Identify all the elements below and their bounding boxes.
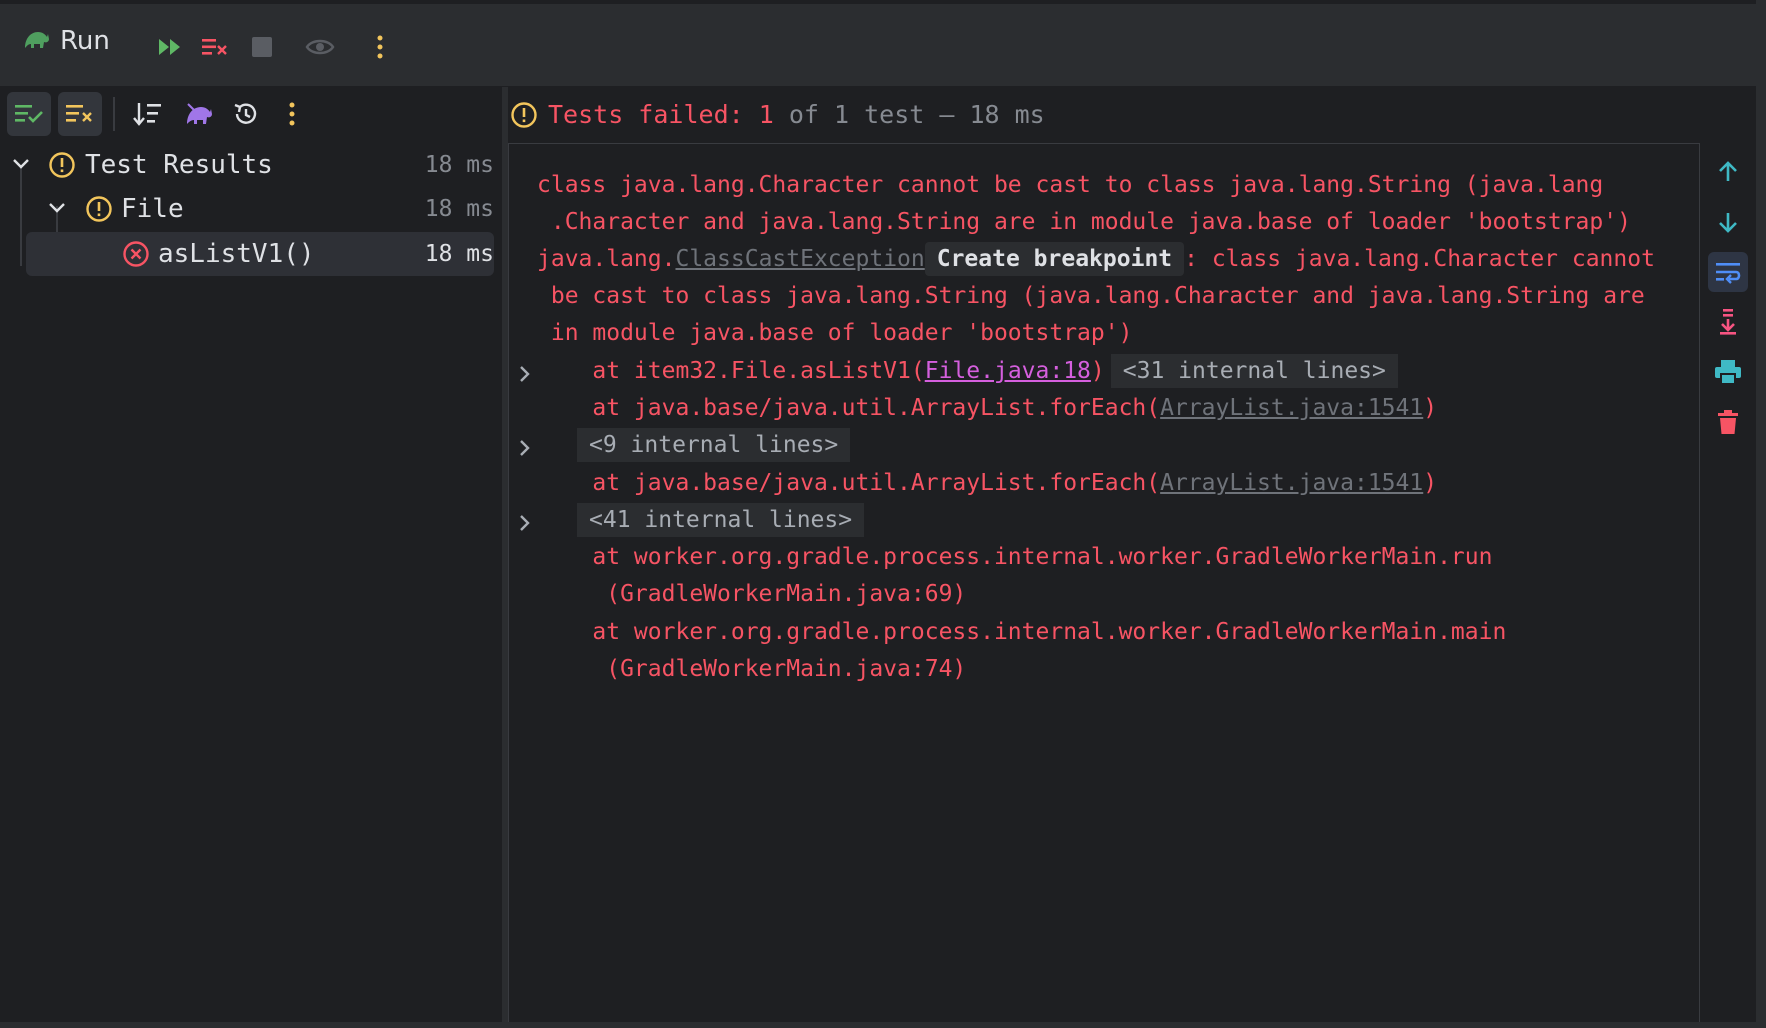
console-line: <41 internal lines> (577, 499, 865, 541)
console-output[interactable]: class java.lang.Character cannot be cast… (508, 143, 1700, 1024)
status-text: Tests failed: 1 of 1 test – 18 ms (548, 100, 1045, 129)
console-line: at item32.File.asListV1(File.java:18) <31… (537, 350, 1398, 392)
console-text: ) (1423, 470, 1438, 496)
run-label: Run (60, 26, 110, 56)
folded-lines[interactable]: <41 internal lines> (577, 503, 865, 537)
folded-lines[interactable]: <31 internal lines> (1110, 354, 1398, 388)
show-passed-icon[interactable] (7, 92, 51, 136)
more-icon[interactable] (363, 30, 397, 64)
chevron-right-icon[interactable] (513, 511, 537, 535)
gradle-icon[interactable] (177, 92, 221, 136)
status-suffix: of 1 test (773, 100, 925, 129)
tree-label: asListV1() (158, 239, 315, 269)
status-prefix: Tests failed: (548, 100, 759, 129)
status-failed-count: 1 (758, 100, 774, 129)
rerun-failed-icon[interactable] (198, 30, 232, 64)
rerun-icon[interactable] (153, 30, 187, 64)
source-link[interactable]: ArrayList.java:1541 (1160, 470, 1423, 496)
console-text: java.lang. (537, 246, 676, 272)
run-tab[interactable]: Run (22, 26, 110, 56)
warning-icon (85, 195, 113, 227)
source-link[interactable]: File.java:18 (925, 358, 1091, 384)
console-text: at java.base/java.util.ArrayList.forEach… (537, 470, 1161, 496)
source-link[interactable]: ArrayList.java:1541 (1160, 395, 1423, 421)
console-line: class java.lang.Character cannot be cast… (537, 172, 1604, 198)
tree-duration: 18 ms (424, 241, 494, 267)
console-line: (GradleWorkerMain.java:69) (537, 581, 967, 607)
console-line: in module java.base of loader 'bootstrap… (537, 320, 1133, 346)
run-toolbar: Run (0, 4, 1756, 87)
status-sep: – (924, 100, 970, 129)
gradle-run-icon (22, 26, 50, 56)
console-side-toolbar (1700, 140, 1756, 460)
error-icon (122, 240, 150, 272)
arrow-down-icon[interactable] (1708, 202, 1748, 242)
exception-link[interactable]: ClassCastException (675, 246, 924, 272)
console-panel: Tests failed: 1 of 1 test – 18 ms class … (508, 87, 1700, 1024)
chevron-right-icon[interactable] (513, 362, 537, 386)
scroll-to-end-icon[interactable] (1708, 302, 1748, 342)
tree-row-file[interactable]: File 18 ms (0, 189, 494, 229)
chevron-down-icon[interactable] (10, 153, 32, 179)
create-breakpoint-button[interactable]: Create breakpoint (924, 242, 1185, 276)
console-text: ) (1090, 358, 1105, 384)
folded-lines[interactable]: <9 internal lines> (577, 428, 851, 462)
chevron-down-icon[interactable] (46, 197, 68, 223)
console-text: at java.base/java.util.ArrayList.forEach… (537, 395, 1161, 421)
arrow-up-icon[interactable] (1708, 152, 1748, 192)
tree-label: File (121, 194, 184, 224)
tree-row-test-results[interactable]: Test Results 18 ms (0, 145, 494, 185)
tree-duration: 18 ms (424, 152, 494, 178)
print-icon[interactable] (1708, 352, 1748, 392)
history-icon[interactable] (224, 92, 268, 136)
status-duration: 18 ms (969, 100, 1045, 129)
console-line: at worker.org.gradle.process.internal.wo… (537, 619, 1507, 645)
console-line: <9 internal lines> (577, 424, 851, 466)
chevron-right-icon[interactable] (513, 436, 537, 460)
warning-icon (510, 101, 538, 129)
warning-icon (48, 151, 76, 183)
sort-icon[interactable] (126, 92, 170, 136)
show-ignored-icon[interactable] (58, 92, 102, 136)
tree-duration: 18 ms (424, 196, 494, 222)
console-line: at java.base/java.util.ArrayList.forEach… (537, 462, 1437, 504)
toolbar-divider (113, 97, 115, 131)
console-text: ) (1423, 395, 1438, 421)
console-line: .Character and java.lang.String are in m… (537, 209, 1631, 235)
tree-toolbar (0, 87, 502, 142)
console-line: at worker.org.gradle.process.internal.wo… (537, 544, 1493, 570)
eye-icon[interactable] (303, 30, 337, 64)
console-text: : class java.lang.Character cannot (1184, 246, 1655, 272)
tree-row-aslistv1[interactable]: asListV1() 18 ms (26, 232, 494, 276)
window-edge (1756, 0, 1766, 1028)
console-line: be cast to class java.lang.String (java.… (537, 283, 1645, 309)
stop-icon[interactable] (245, 30, 279, 64)
soft-wrap-icon[interactable] (1708, 252, 1748, 292)
trash-icon[interactable] (1708, 402, 1748, 442)
console-line: (GradleWorkerMain.java:74) (537, 656, 967, 682)
console-line: java.lang.ClassCastException Create break… (537, 238, 1655, 280)
more-icon[interactable] (270, 92, 314, 136)
console-text: at item32.File.asListV1( (537, 358, 925, 384)
test-status-bar: Tests failed: 1 of 1 test – 18 ms (508, 87, 1698, 142)
console-line: at java.base/java.util.ArrayList.forEach… (537, 387, 1437, 429)
test-tree-panel: Test Results 18 ms File 18 ms asListV1()… (0, 87, 508, 1023)
tree-label: Test Results (85, 150, 273, 180)
bottom-border (0, 1022, 1766, 1028)
